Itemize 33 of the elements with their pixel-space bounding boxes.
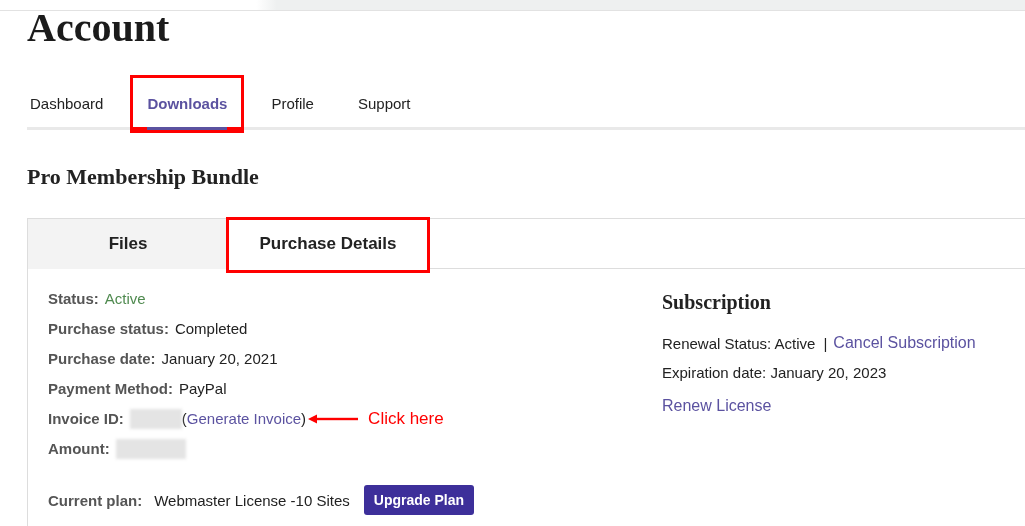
renew-license-link[interactable]: Renew License	[662, 397, 772, 414]
parenthesis: )	[301, 410, 307, 427]
separator: |	[823, 334, 828, 352]
cancel-subscription-link[interactable]: Cancel Subscription	[833, 334, 976, 352]
arrow-icon	[308, 413, 359, 424]
redacted-value	[129, 408, 182, 429]
generate-invoice-link[interactable]: Generate Invoice	[186, 410, 302, 427]
field-label: Payment Method:	[48, 380, 173, 397]
annotation-note: Click here	[368, 408, 444, 429]
renewal-status: Renewal Status: Active	[662, 334, 816, 352]
detail-tab[interactable]: Files	[28, 219, 228, 269]
nav-tab[interactable]: Downloads	[147, 78, 228, 130]
field-label: Current plan:	[48, 491, 143, 509]
nav-tab[interactable]: Dashboard	[30, 78, 104, 130]
upgrade-plan-button[interactable]: Upgrade Plan	[363, 485, 475, 515]
field-label: Purchase date:	[48, 350, 156, 367]
field-label: Amount:	[48, 440, 110, 457]
nav-tab[interactable]: Profile	[271, 78, 314, 130]
expiration-date: Expiration date: January 20, 2023	[662, 364, 888, 381]
parenthesis: (	[181, 410, 187, 427]
field-label: Purchase status:	[48, 320, 169, 337]
field-value: Completed	[174, 320, 248, 337]
section-title: Subscription	[662, 291, 772, 314]
field-label: Invoice ID:	[48, 410, 124, 427]
product-title: Pro Membership Bundle	[27, 164, 260, 190]
field-value: PayPal	[179, 380, 227, 397]
nav-tab[interactable]: Support	[357, 78, 411, 130]
page-title: Account	[27, 11, 170, 45]
field-value: Webmaster License -10 Sites	[154, 491, 350, 509]
field-label: Status:	[48, 290, 99, 307]
redacted-value	[115, 438, 186, 459]
field-value: January 20, 2021	[161, 350, 278, 367]
status-value: Active	[104, 290, 146, 307]
